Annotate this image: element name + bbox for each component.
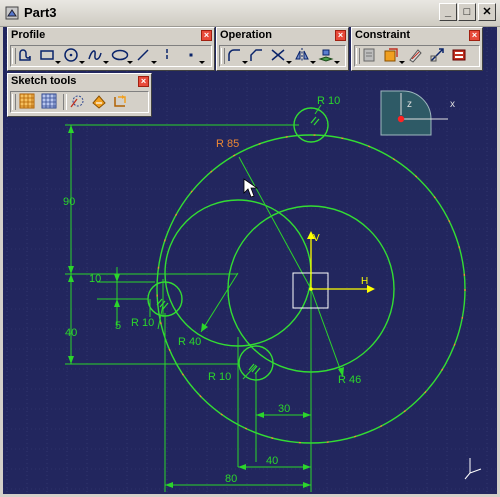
compass-x-label: x bbox=[450, 99, 455, 110]
dimension-10[interactable]: 10 bbox=[89, 273, 101, 285]
application-window: Part3 _ □ ✕ H V R 10 R 85 90 10 5 40 R 1… bbox=[0, 0, 500, 497]
grid-icon[interactable] bbox=[19, 93, 39, 111]
window-title: Part3 bbox=[24, 5, 57, 20]
axis-icon[interactable] bbox=[159, 47, 179, 65]
edit-multi-constraint-icon[interactable] bbox=[451, 47, 471, 65]
sketch-tools-toolbar: Sketch tools × bbox=[7, 73, 152, 117]
profile-toolbar-body bbox=[10, 45, 212, 67]
arrow-80-left bbox=[165, 482, 173, 488]
arrow-40-top bbox=[68, 274, 74, 282]
auto-constraint-icon[interactable] bbox=[407, 47, 427, 65]
animate-constraint-icon[interactable] bbox=[429, 47, 449, 65]
point-icon[interactable] bbox=[183, 47, 205, 65]
sketch-tools-toolbar-close-button[interactable]: × bbox=[138, 76, 149, 87]
dimension-30[interactable]: 30 bbox=[278, 403, 290, 415]
ellipse-icon[interactable] bbox=[111, 47, 133, 65]
tangency-mark-top bbox=[310, 116, 320, 126]
v-axis-label: V bbox=[313, 233, 320, 244]
h-axis-label: H bbox=[361, 276, 368, 287]
profile-icon[interactable] bbox=[17, 47, 37, 65]
toolbar-grip[interactable] bbox=[356, 48, 360, 64]
dimension-90[interactable]: 90 bbox=[63, 196, 75, 208]
circle-r10-top[interactable] bbox=[293, 107, 329, 143]
operation-toolbar-title: Operation bbox=[220, 29, 272, 41]
mirror-icon[interactable] bbox=[294, 47, 316, 65]
arrow-90-top bbox=[68, 125, 74, 133]
dimensional-constraints-icon[interactable] bbox=[113, 93, 133, 111]
toolbar-grip[interactable] bbox=[12, 94, 16, 110]
dimension-r10-top[interactable]: R 10 bbox=[317, 95, 340, 107]
dimension-r10-bottom[interactable]: R 10 bbox=[208, 371, 231, 383]
dimension-r40[interactable]: R 40 bbox=[178, 336, 201, 348]
dimension-5[interactable]: 5 bbox=[115, 320, 121, 332]
snap-to-point-icon[interactable] bbox=[41, 93, 61, 111]
spline-icon[interactable] bbox=[87, 47, 109, 65]
minimize-button[interactable]: _ bbox=[439, 3, 457, 21]
close-button[interactable]: ✕ bbox=[478, 3, 496, 21]
trim-icon[interactable] bbox=[270, 47, 292, 65]
arrow-40-bottom bbox=[68, 356, 74, 364]
part-document-icon bbox=[5, 6, 19, 20]
sketch-viewport[interactable]: H V R 10 R 85 90 10 5 40 R 10 R 40 R 10 … bbox=[3, 27, 497, 494]
operation-toolbar-body bbox=[219, 45, 346, 67]
circle-icon[interactable] bbox=[63, 47, 85, 65]
constraint-toolbar: Constraint × bbox=[351, 27, 483, 71]
compass-z-label: z bbox=[407, 99, 412, 110]
dimension-r10-left[interactable]: R 10 bbox=[131, 317, 154, 329]
dimension-80[interactable]: 80 bbox=[225, 473, 237, 485]
constraint-icon[interactable] bbox=[383, 47, 405, 65]
chamfer-icon[interactable] bbox=[248, 47, 268, 65]
compass[interactable]: z x bbox=[380, 90, 455, 136]
title-bar[interactable]: Part3 _ □ ✕ bbox=[0, 0, 500, 27]
dimension-r46[interactable]: R 46 bbox=[338, 374, 361, 386]
radius-line-r40 bbox=[200, 272, 239, 333]
profile-toolbar-title: Profile bbox=[11, 29, 46, 41]
axis-triad-icon bbox=[464, 458, 482, 480]
profile-toolbar-close-button[interactable]: × bbox=[201, 30, 212, 41]
arrow-30-right bbox=[303, 412, 311, 418]
arrow-30-left bbox=[256, 412, 264, 418]
radius-line-r10-bottom bbox=[242, 364, 257, 380]
project-3d-elements-icon[interactable] bbox=[318, 47, 340, 65]
operation-toolbar-close-button[interactable]: × bbox=[335, 30, 346, 41]
sketch-axis-system[interactable]: H V bbox=[292, 231, 375, 309]
constraint-dialog-icon[interactable] bbox=[361, 47, 381, 65]
toolbar-grip[interactable] bbox=[12, 48, 16, 64]
rectangle-icon[interactable] bbox=[39, 47, 61, 65]
toolbar-grip[interactable] bbox=[221, 48, 225, 64]
arrow-r40 bbox=[201, 323, 208, 332]
constraint-toolbar-body bbox=[354, 45, 480, 67]
dimension-40-vertical[interactable]: 40 bbox=[65, 327, 77, 339]
dimension-r85[interactable]: R 85 bbox=[216, 138, 239, 150]
constraint-toolbar-close-button[interactable]: × bbox=[469, 30, 480, 41]
circle-r10-left[interactable] bbox=[147, 281, 183, 317]
origin-point bbox=[309, 287, 313, 291]
tangency-mark-bottom bbox=[248, 363, 261, 375]
sketch-tools-toolbar-title: Sketch tools bbox=[11, 75, 77, 87]
sketch-tools-toolbar-body bbox=[10, 91, 149, 113]
maximize-button[interactable]: □ bbox=[458, 3, 476, 21]
line-icon[interactable] bbox=[135, 47, 157, 65]
geometrical-constraints-icon[interactable] bbox=[91, 93, 111, 111]
mouse-cursor-icon bbox=[243, 178, 259, 198]
corner-icon[interactable] bbox=[226, 47, 248, 65]
dimension-40-horizontal[interactable]: 40 bbox=[266, 455, 278, 467]
profile-toolbar: Profile × bbox=[7, 27, 215, 71]
arrow-90-bottom bbox=[68, 266, 74, 274]
construction-element-icon[interactable] bbox=[69, 93, 89, 111]
operation-toolbar: Operation × bbox=[216, 27, 349, 71]
constraint-toolbar-title: Constraint bbox=[355, 29, 410, 41]
arrow-10-bottom bbox=[114, 299, 120, 307]
arrow-10-top bbox=[114, 274, 120, 282]
